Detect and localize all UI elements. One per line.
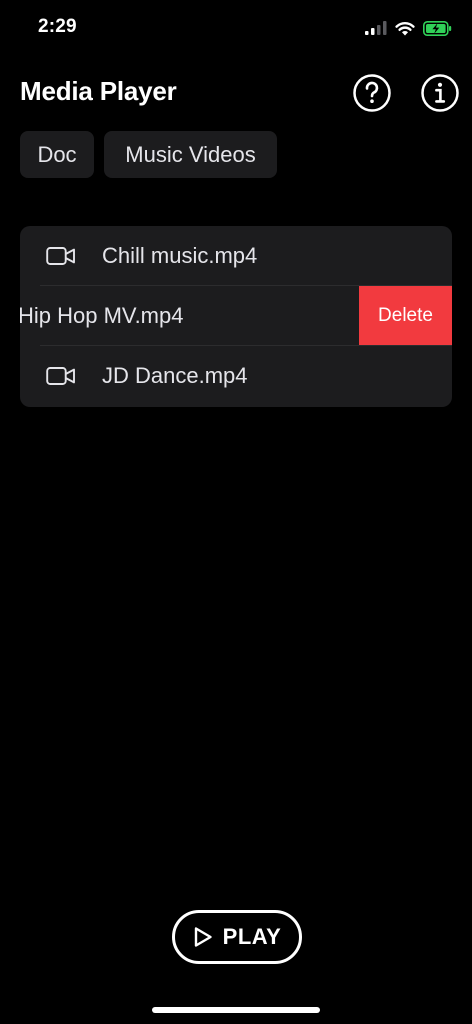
list-item-swiped[interactable]: Hip Hop MV.mp4 Delete [20,286,452,346]
status-time: 2:29 [38,16,77,37]
play-label: PLAY [222,924,282,949]
question-circle-icon [353,74,391,112]
list-item[interactable]: JD Dance.mp4 [20,346,452,406]
wifi-icon [395,21,415,35]
play-button[interactable]: PLAY [172,910,302,964]
file-name: JD Dance.mp4 [102,363,248,388]
cellular-signal-icon [365,21,387,35]
info-button[interactable] [420,73,460,113]
list-item[interactable]: Chill music.mp4 [20,226,452,286]
battery-charging-icon [423,20,452,36]
file-name: Hip Hop MV.mp4 [20,303,184,328]
home-indicator[interactable] [152,1007,320,1013]
file-name: Chill music.mp4 [102,243,258,268]
video-camera-icon [46,247,75,265]
help-button[interactable] [352,73,392,113]
tab-doc[interactable]: Doc [20,131,94,178]
page-title: Media Player [20,76,177,106]
delete-button[interactable]: Delete [359,286,452,346]
status-bar: 2:29 [0,0,472,56]
info-circle-icon [421,74,459,112]
play-icon [194,927,212,947]
status-icons [365,18,452,38]
video-camera-icon [46,367,75,385]
tab-music-videos[interactable]: Music Videos [104,131,277,178]
file-list: Chill music.mp4 Hip Hop MV.mp4 Delete JD… [20,226,452,407]
